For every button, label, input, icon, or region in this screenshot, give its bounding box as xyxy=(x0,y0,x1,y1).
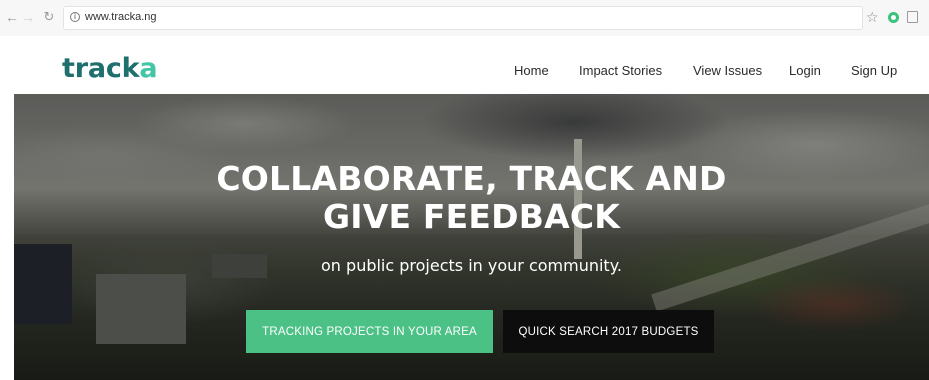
back-arrow-icon[interactable]: ← xyxy=(4,9,20,25)
logo[interactable]: tracka xyxy=(62,53,158,84)
site-header: tracka Home Impact Stories View Issues L… xyxy=(0,36,929,94)
extension-square-icon[interactable] xyxy=(907,11,918,23)
nav-sign-up[interactable]: Sign Up xyxy=(851,63,897,78)
hero-title: COLLABORATE, TRACK AND GIVE FEEDBACK xyxy=(14,160,929,236)
nav-login[interactable]: Login xyxy=(789,63,821,78)
address-bar[interactable]: i www.tracka.ng xyxy=(63,6,863,30)
browser-toolbar: ← → ↻ i www.tracka.ng ☆ xyxy=(0,0,929,36)
hero-banner: COLLABORATE, TRACK AND GIVE FEEDBACK on … xyxy=(14,94,929,380)
nav-home[interactable]: Home xyxy=(514,63,549,78)
hero-title-line2: GIVE FEEDBACK xyxy=(322,197,621,236)
nav-impact-stories[interactable]: Impact Stories xyxy=(579,63,662,78)
star-icon[interactable]: ☆ xyxy=(866,9,879,25)
info-icon[interactable]: i xyxy=(70,12,80,22)
logo-part1: track xyxy=(62,53,140,84)
tracking-projects-button[interactable]: TRACKING PROJECTS IN YOUR AREA xyxy=(246,310,493,353)
reload-icon[interactable]: ↻ xyxy=(41,9,57,25)
hero-subtitle: on public projects in your community. xyxy=(321,256,622,275)
quick-search-budgets-button[interactable]: QUICK SEARCH 2017 BUDGETS xyxy=(503,310,714,353)
nav-view-issues[interactable]: View Issues xyxy=(693,63,762,78)
forward-arrow-icon[interactable]: → xyxy=(20,9,36,25)
grammarly-icon[interactable] xyxy=(888,12,899,23)
hero-title-line1: COLLABORATE, TRACK AND xyxy=(216,159,727,198)
logo-part2: a xyxy=(139,53,158,84)
url-text[interactable]: www.tracka.ng xyxy=(85,11,157,23)
